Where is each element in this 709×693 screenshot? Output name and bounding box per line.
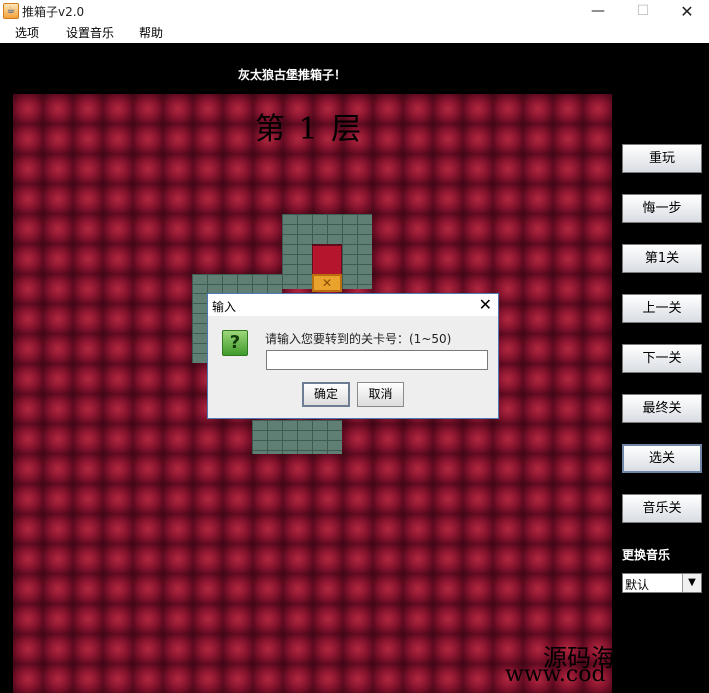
menu-help[interactable]: 帮助 xyxy=(139,24,163,41)
menu-options[interactable]: 选项 xyxy=(15,24,39,41)
last-level-button[interactable]: 最终关 xyxy=(622,394,702,423)
undo-button[interactable]: 悔一步 xyxy=(622,194,702,223)
next-level-button[interactable]: 下一关 xyxy=(622,344,702,373)
dialog-titlebar[interactable]: 输入 ✕ xyxy=(208,294,498,316)
chevron-down-icon[interactable]: ▼ xyxy=(682,574,701,592)
dialog-close-button[interactable]: ✕ xyxy=(479,295,492,315)
maximize-button[interactable]: ☐ xyxy=(620,0,666,23)
dialog-title: 输入 xyxy=(212,300,237,314)
watermark-url: www.cod xyxy=(505,662,606,687)
menu-set-music[interactable]: 设置音乐 xyxy=(66,24,114,41)
change-music-label: 更换音乐 xyxy=(622,548,671,562)
first-level-button[interactable]: 第1关 xyxy=(622,244,702,273)
wall-block xyxy=(282,244,312,289)
close-button[interactable]: ✕ xyxy=(664,0,709,23)
menu-bar: 选项 设置音乐 帮助 xyxy=(0,23,709,43)
game-headline: 灰太狼古堡推箱子！ xyxy=(238,68,347,82)
previous-level-button[interactable]: 上一关 xyxy=(622,294,702,323)
window-title: 推箱子v2.0 xyxy=(22,5,85,19)
select-level-button[interactable]: 选关 xyxy=(622,444,702,473)
replay-button[interactable]: 重玩 xyxy=(622,144,702,173)
level-title: 第 1 层 xyxy=(255,112,364,147)
ok-button[interactable]: 确定 xyxy=(302,382,350,407)
music-off-button[interactable]: 音乐关 xyxy=(622,494,702,523)
wall-block xyxy=(252,420,342,454)
music-select-value: 默认 xyxy=(625,578,650,592)
wall-block xyxy=(192,274,282,293)
java-app-icon: ☕ xyxy=(3,3,19,19)
target-tile xyxy=(312,245,342,275)
dialog-prompt: 请输入您要转到的关卡号：(1~50) xyxy=(265,332,452,346)
music-select[interactable]: 默认 ▼ xyxy=(622,573,702,593)
crate: ✕ xyxy=(312,274,342,292)
question-icon: ? xyxy=(222,330,248,356)
wall-block xyxy=(192,293,208,363)
level-number-input[interactable] xyxy=(266,350,488,370)
window-titlebar[interactable]: ☕ 推箱子v2.0 — ☐ ✕ xyxy=(0,0,709,23)
level-input-dialog: 输入 ✕ ? 请输入您要转到的关卡号：(1~50) 确定 取消 xyxy=(207,293,499,419)
cancel-button[interactable]: 取消 xyxy=(357,382,404,407)
wall-block xyxy=(342,244,372,289)
wall-block xyxy=(282,214,372,244)
minimize-button[interactable]: — xyxy=(575,0,621,23)
